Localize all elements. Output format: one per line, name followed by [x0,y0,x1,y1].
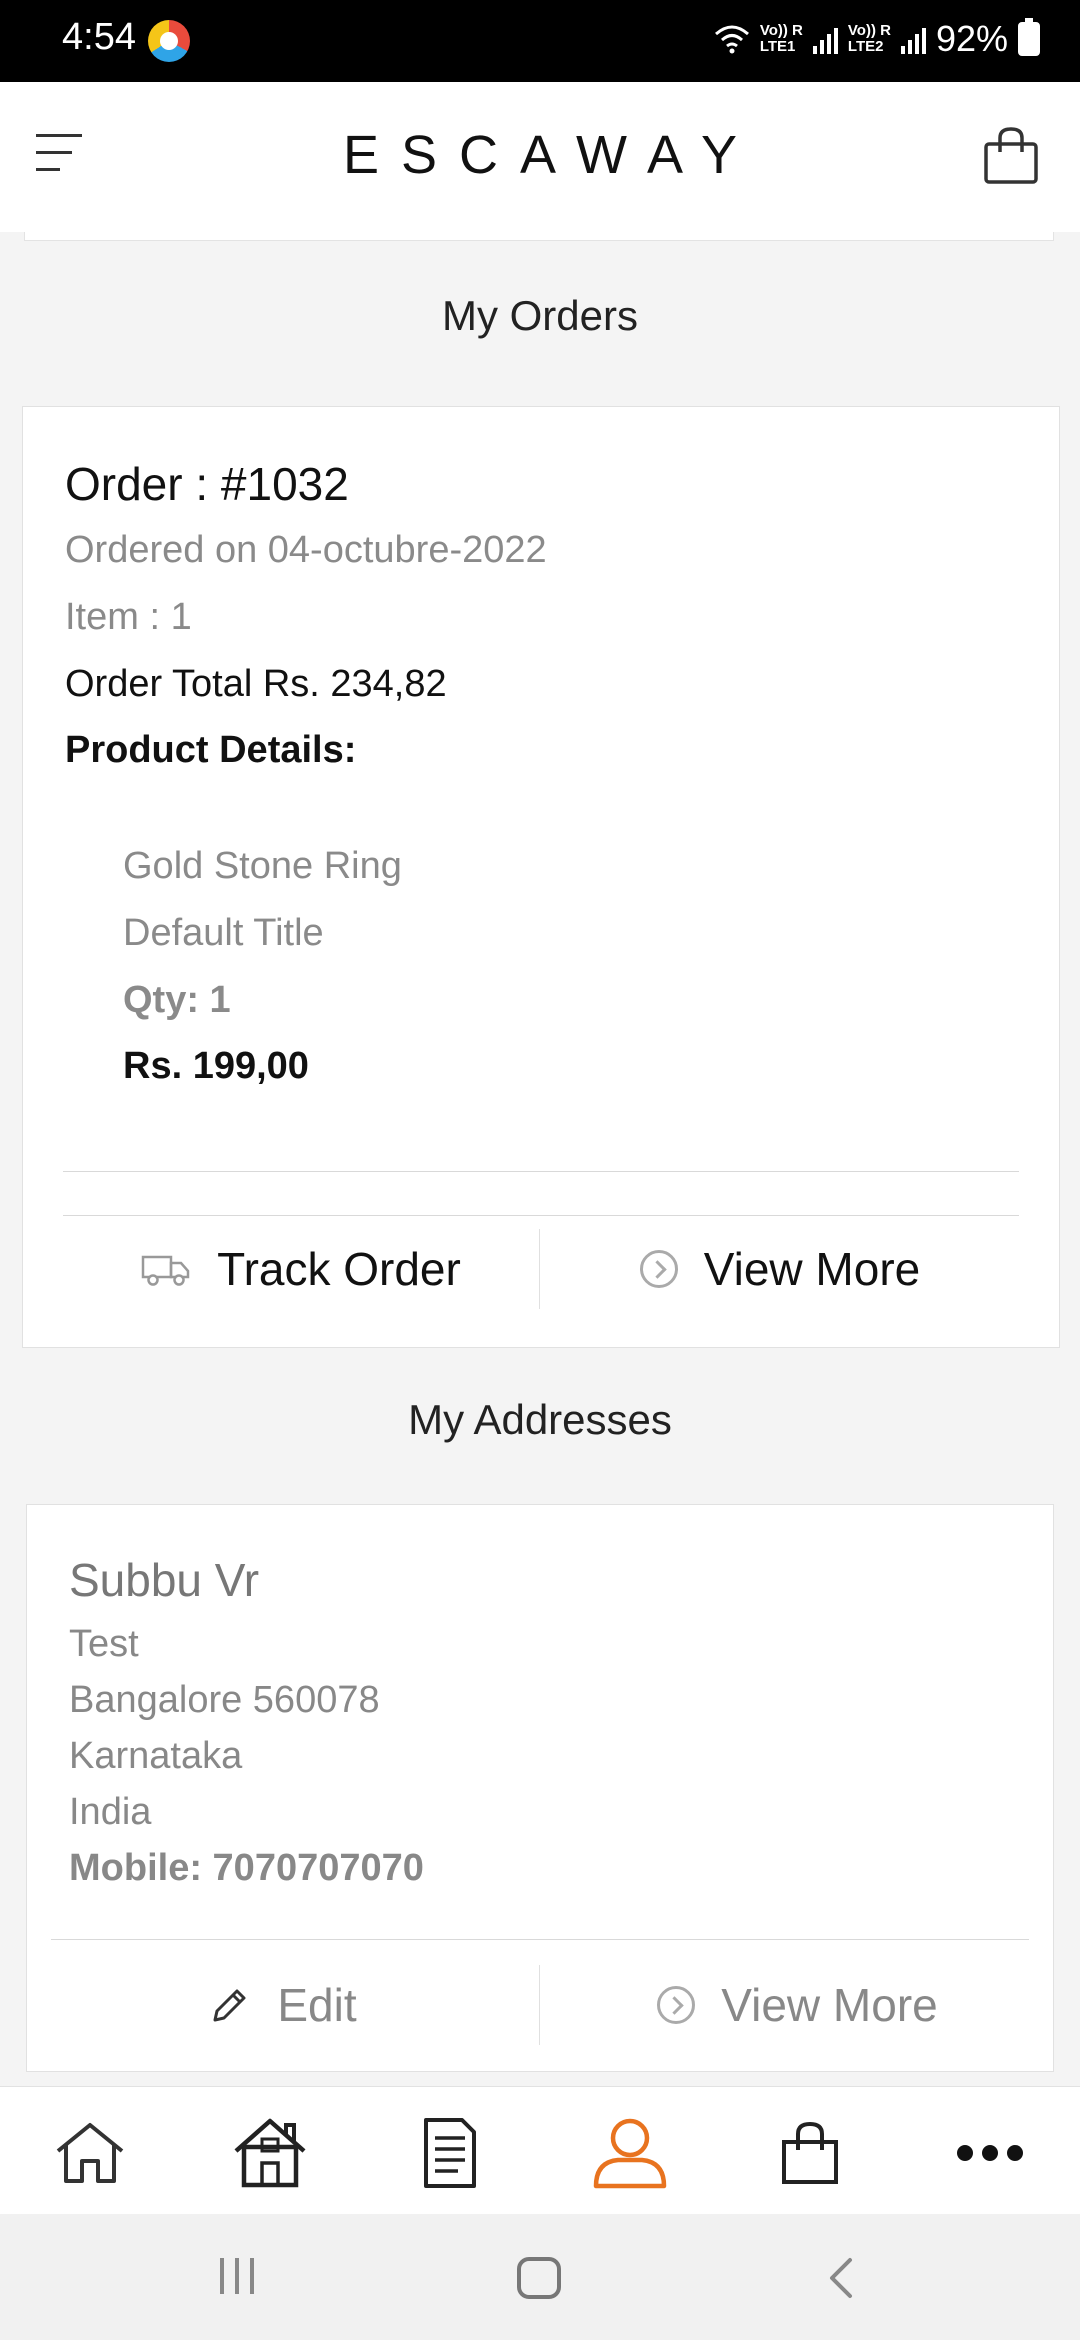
delivery-truck-icon [141,1255,190,1286]
home-icon[interactable] [50,2115,130,2191]
my-addresses-title: My Addresses [408,1396,672,1443]
address-country: India [69,1791,152,1833]
address-name: Subbu Vr [69,1554,260,1606]
system-navigation-bar [0,2214,1080,2340]
wifi-icon [714,25,749,54]
pencil-icon [213,1989,246,2022]
address-mobile: Mobile: 7070707070 [69,1847,424,1890]
mobile-label: Mobile: [69,1847,202,1889]
notification-app-icon [148,20,190,62]
address-card: Subbu Vr Test Bangalore 560078 Karnataka… [26,1504,1054,2072]
app-header: ESCAWAY [0,82,1080,232]
battery-icon [1018,18,1040,56]
order-view-more-button[interactable]: View More [540,1219,1020,1319]
address-line1: Test [69,1623,139,1665]
edit-label: Edit [277,1979,357,2031]
track-order-button[interactable]: Track Order [63,1219,539,1319]
more-icon[interactable] [950,2115,1030,2191]
signal-icon [812,24,838,54]
product-qty: Qty: 1 [123,979,231,1021]
address-view-more-button[interactable]: View More [540,1955,1055,2055]
order-date: Ordered on 04-octubre-2022 [65,529,547,571]
signal-icon [900,24,926,54]
order-view-more-label: View More [703,1243,921,1295]
track-order-label: Track Order [217,1243,461,1295]
edit-address-button[interactable]: Edit [27,1955,539,2055]
order-actions-divider [63,1215,1019,1216]
chevron-circle-icon [639,1250,678,1288]
home-button-icon[interactable] [516,2256,562,2300]
chevron-circle-icon [657,1986,696,2024]
address-view-more-label: View More [721,1979,938,2031]
order-total: Order Total Rs. 234,82 [65,663,447,705]
product-details-label: Product Details: [65,729,357,771]
address-city: Bangalore 560078 [69,1679,380,1721]
my-orders-title: My Orders [441,292,638,339]
status-bar: 4:54 Vo)) R LTE1 Vo)) R LTE2 92% [0,0,1080,82]
account-icon[interactable] [590,2115,670,2191]
bottom-navigation [0,2086,1080,2215]
network-lte1-label: Vo)) R LTE1 [759,22,803,55]
product-price: Rs. 199,00 [123,1045,309,1087]
recent-apps-icon[interactable] [216,2256,258,2296]
status-indicators: Vo)) R LTE1 Vo)) R LTE2 92% [714,18,1040,60]
previous-card-edge [24,232,1054,241]
mobile-number: 7070707070 [212,1847,424,1889]
product-variant: Default Title [123,912,324,954]
status-time: 4:54 [62,16,136,58]
order-item-count: Item : 1 [65,596,192,638]
orders-icon[interactable] [410,2115,490,2191]
battery-percent: 92% [935,18,1008,59]
order-number: Order : #1032 [65,458,349,510]
product-name: Gold Stone Ring [123,845,402,887]
order-card: Order : #1032 Ordered on 04-octubre-2022… [22,406,1060,1348]
back-icon[interactable] [826,2256,856,2300]
address-state: Karnataka [69,1735,243,1777]
address-actions-divider [51,1939,1029,1940]
brand-logo[interactable]: ESCAWAY [0,124,1080,186]
store-icon[interactable] [230,2115,310,2191]
order-divider [63,1171,1019,1172]
shopping-bag-icon[interactable] [982,126,1040,186]
network-lte2-label: Vo)) R LTE2 [847,22,891,55]
cart-icon[interactable] [770,2115,850,2191]
